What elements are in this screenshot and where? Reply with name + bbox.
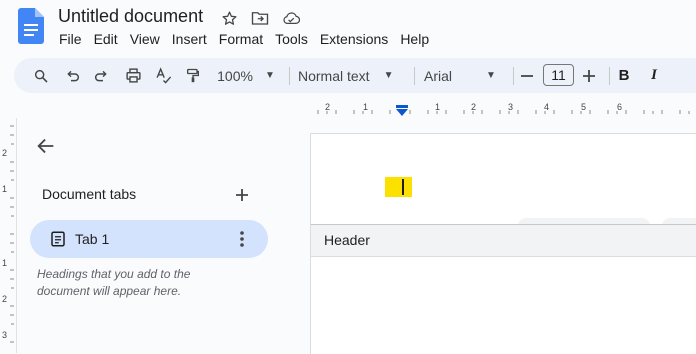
chevron-down-icon: ▼: [486, 70, 496, 81]
ruler-number: 2: [325, 102, 331, 112]
spellcheck-icon[interactable]: [152, 58, 174, 93]
star-icon[interactable]: [220, 9, 238, 27]
toolbar: 100% ▼ Normal text ▼ Arial ▼ B I: [14, 58, 696, 93]
zoom-value: 100%: [217, 67, 253, 84]
ruler-number: 5: [581, 102, 587, 112]
indent-marker[interactable]: [395, 104, 409, 122]
redo-icon[interactable]: [90, 58, 112, 93]
text-cursor: [402, 179, 404, 195]
menu-bar: File Edit View Insert Format Tools Exten…: [53, 30, 435, 48]
vertical-ruler[interactable]: 2 1 1 2 3: [0, 118, 17, 353]
toolbar-divider: [289, 67, 290, 85]
add-icon[interactable]: [232, 185, 252, 205]
undo-icon[interactable]: [62, 58, 84, 93]
font-size-input[interactable]: 11: [543, 64, 574, 86]
ruler-number: 1: [435, 102, 441, 112]
menu-format[interactable]: Format: [213, 30, 269, 48]
ruler-number: 3: [2, 330, 8, 340]
underline-button[interactable]: [679, 58, 696, 93]
ruler-number: 2: [2, 294, 8, 304]
decrease-font-size-button[interactable]: [518, 58, 536, 93]
print-icon[interactable]: [122, 58, 144, 93]
font-select[interactable]: Arial ▼: [424, 58, 510, 93]
move-folder-icon[interactable]: [251, 9, 269, 27]
chevron-down-icon: ▼: [383, 70, 394, 81]
ruler-number: 1: [363, 102, 369, 112]
back-arrow-icon[interactable]: [35, 135, 57, 157]
toolbar-divider: [513, 67, 514, 85]
zoom-select[interactable]: 100% ▼: [214, 58, 278, 93]
menu-file[interactable]: File: [53, 30, 88, 48]
text-highlight: [385, 177, 412, 197]
ruler-number: 2: [471, 102, 477, 112]
more-vert-icon[interactable]: [234, 229, 250, 249]
menu-help[interactable]: Help: [394, 30, 435, 48]
ruler-number: 1: [2, 258, 8, 268]
ruler-number: 1: [2, 184, 8, 194]
menu-insert[interactable]: Insert: [166, 30, 213, 48]
docs-logo[interactable]: [18, 8, 44, 44]
ruler-number: 2: [2, 148, 8, 158]
menu-edit[interactable]: Edit: [88, 30, 124, 48]
menu-extensions[interactable]: Extensions: [314, 30, 394, 48]
menu-view[interactable]: View: [124, 30, 166, 48]
search-icon[interactable]: [30, 58, 52, 93]
document-tabs-heading: Document tabs: [42, 186, 137, 202]
ruler-number: 6: [617, 102, 623, 112]
menu-tools[interactable]: Tools: [269, 30, 314, 48]
horizontal-ruler[interactable]: 2 1 1 2 3 4 5 6: [310, 101, 696, 117]
toolbar-divider: [609, 67, 610, 85]
document-title[interactable]: Untitled document: [58, 6, 203, 27]
header-label: Header: [324, 232, 370, 248]
style-select[interactable]: Normal text ▼: [298, 58, 412, 93]
outline-hint: Headings that you add to the document wi…: [37, 267, 191, 298]
italic-button[interactable]: I: [645, 58, 663, 93]
ruler-number: 4: [544, 102, 550, 112]
ruler-number: 3: [508, 102, 514, 112]
bold-button[interactable]: B: [615, 58, 633, 93]
paint-format-icon[interactable]: [182, 58, 204, 93]
increase-font-size-button[interactable]: [580, 58, 598, 93]
toolbar-divider: [414, 67, 415, 85]
chevron-down-icon: ▼: [264, 70, 275, 81]
font-value: Arial: [424, 67, 453, 84]
tab-label: Tab 1: [75, 231, 110, 247]
style-value: Normal text: [298, 67, 370, 84]
document-icon: [49, 230, 67, 248]
cloud-status-icon[interactable]: [282, 9, 300, 27]
